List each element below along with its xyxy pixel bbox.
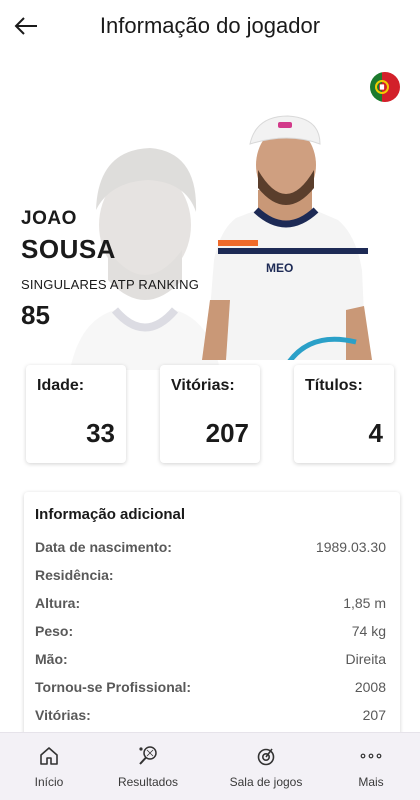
info-value: 1989.03.30: [315, 539, 386, 555]
player-photo: MEO: [202, 115, 372, 360]
info-value: 74 kg: [351, 623, 386, 639]
info-row-residence: Residência:: [35, 567, 386, 587]
info-value: 207: [362, 707, 386, 723]
info-key: Mão:: [35, 651, 68, 667]
page-title: Informação do jogador: [99, 13, 321, 38]
ranking-value: 85: [21, 300, 50, 330]
home-icon: [40, 747, 58, 765]
info-row-hand: Mão: Direita: [35, 651, 386, 671]
more-dots-icon: [360, 753, 382, 759]
shirt-logo: MEO: [266, 261, 293, 275]
info-key: Peso:: [35, 623, 74, 639]
player-first-name: JOAO: [21, 208, 77, 229]
info-row-height: Altura: 1,85 m: [35, 595, 386, 615]
nav-label: Sala de jogos: [229, 775, 303, 789]
tennis-racket-icon: [139, 746, 157, 765]
player-last-name: SOUSA: [21, 234, 116, 264]
info-key: Tornou-se Profissional:: [35, 679, 192, 695]
nav-item-more[interactable]: Mais: [336, 733, 406, 800]
info-key: Altura:: [35, 595, 81, 611]
info-key: Vitórias:: [35, 707, 91, 723]
stat-label: Vitórias:: [171, 377, 235, 394]
stat-value: 4: [368, 418, 383, 448]
stat-card-age: Idade: 33: [26, 365, 126, 463]
stat-value: 33: [86, 418, 115, 448]
stat-label: Idade:: [37, 377, 85, 394]
nav-label: Mais: [358, 775, 384, 789]
nav-item-results[interactable]: Resultados: [108, 733, 188, 800]
info-value: 1,85 m: [343, 595, 386, 611]
flag-portugal-icon: [370, 72, 400, 102]
bottom-navigation: Início Resultados Sala de jogos Mais: [0, 732, 420, 800]
info-key: Residência:: [35, 567, 114, 583]
nav-label: Resultados: [117, 775, 179, 789]
stat-card-wins: Vitórias: 207: [160, 365, 260, 463]
info-row-birthdate: Data de nascimento: 1989.03.30: [35, 539, 386, 559]
nav-label: Início: [34, 775, 64, 789]
nav-item-game-room[interactable]: Sala de jogos: [221, 733, 311, 800]
info-row-weight: Peso: 74 kg: [35, 623, 386, 643]
app-header: Informação do jogador: [0, 0, 420, 54]
info-value: 2008: [354, 679, 386, 695]
additional-info-card[interactable]: Informação adicional Data de nascimento:…: [24, 492, 400, 742]
info-value: Direita: [345, 651, 386, 667]
nav-item-home[interactable]: Início: [14, 733, 84, 800]
stat-label: Títulos:: [305, 377, 363, 394]
target-icon: [257, 748, 275, 766]
info-row-wins: Vitórias: 207: [35, 707, 386, 727]
ranking-label: SINGULARES ATP RANKING: [21, 277, 200, 292]
stat-card-titles: Títulos: 4: [294, 365, 394, 463]
info-row-turned-pro: Tornou-se Profissional: 2008: [35, 679, 386, 699]
info-title: Informação adicional: [35, 506, 186, 523]
stat-value: 207: [205, 418, 249, 448]
info-key: Data de nascimento:: [35, 539, 172, 555]
